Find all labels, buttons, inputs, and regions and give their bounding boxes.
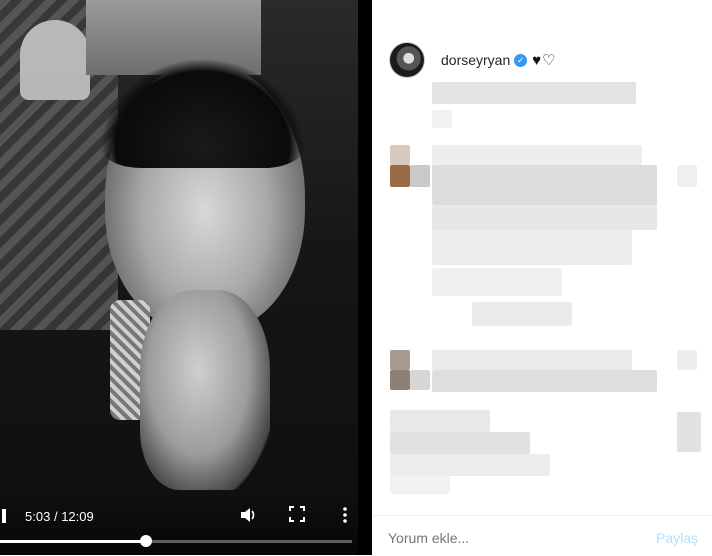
play-pause-button[interactable] bbox=[2, 509, 6, 523]
post-panel: dorseyryan ✓ ♥ ♡ Paylaş bbox=[372, 0, 712, 555]
blurred-comment bbox=[390, 410, 490, 432]
blurred-like-icon bbox=[677, 350, 697, 370]
blurred-comment bbox=[432, 268, 562, 296]
blurred-comment bbox=[432, 165, 657, 205]
blurred-commenter-avatar bbox=[390, 350, 410, 370]
video-player[interactable]: 5:03 / 12:09 bbox=[0, 0, 372, 555]
person-hair bbox=[100, 58, 305, 168]
blurred-comment-fragment bbox=[410, 370, 430, 390]
black-heart-icon: ♥ bbox=[532, 51, 542, 69]
post-header: dorseyryan ✓ ♥ ♡ bbox=[389, 42, 556, 78]
verified-badge-icon: ✓ bbox=[514, 53, 528, 67]
username[interactable]: dorseyryan bbox=[441, 52, 510, 68]
blurred-comment bbox=[432, 370, 657, 392]
blurred-commenter-avatar bbox=[390, 165, 410, 187]
blurred-comment bbox=[432, 205, 657, 230]
comment-input[interactable] bbox=[388, 530, 608, 546]
comment-form: Paylaş bbox=[372, 515, 712, 556]
share-button[interactable]: Paylaş bbox=[656, 530, 698, 546]
white-heart-icon: ♡ bbox=[542, 51, 556, 69]
progress-fill bbox=[0, 540, 147, 543]
fullscreen-icon[interactable] bbox=[289, 506, 305, 526]
progress-bar[interactable] bbox=[0, 535, 352, 547]
video-border bbox=[358, 0, 372, 555]
blurred-like-icon bbox=[677, 412, 701, 452]
time-separator: / bbox=[53, 509, 58, 524]
blurred-comment bbox=[472, 302, 572, 326]
progress-knob[interactable] bbox=[140, 535, 153, 547]
blurred-comment bbox=[432, 145, 642, 165]
person-hand bbox=[140, 290, 270, 490]
blurred-like-icon bbox=[677, 165, 697, 187]
blurred-caption bbox=[432, 82, 636, 104]
blurred-comment bbox=[390, 476, 450, 494]
blurred-comment bbox=[390, 432, 530, 454]
blurred-comment-fragment bbox=[410, 165, 430, 187]
avatar[interactable] bbox=[389, 42, 425, 78]
blurred-commenter-avatar bbox=[390, 145, 410, 165]
blurred-comment bbox=[390, 454, 550, 476]
blurred-caption-fragment bbox=[432, 110, 452, 128]
current-time: 5:03 bbox=[25, 509, 51, 524]
blurred-commenter-avatar bbox=[390, 370, 410, 390]
blurred-comment bbox=[432, 230, 632, 265]
blurred-comment bbox=[432, 350, 632, 370]
volume-icon[interactable] bbox=[239, 506, 257, 528]
video-frame[interactable]: 5:03 / 12:09 bbox=[0, 0, 358, 555]
video-time: 5:03 / 12:09 bbox=[25, 509, 94, 524]
duration: 12:09 bbox=[61, 509, 94, 524]
more-options-icon[interactable] bbox=[342, 506, 348, 528]
